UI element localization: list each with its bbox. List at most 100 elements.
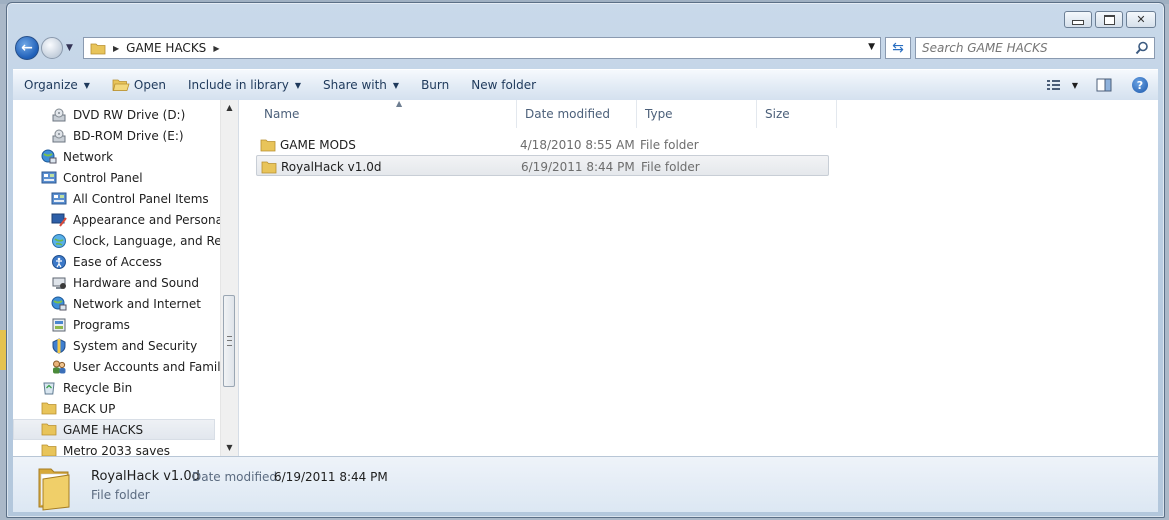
nav-item[interactable]: Metro 2033 saves bbox=[41, 440, 170, 456]
new-folder-button[interactable]: New folder bbox=[460, 72, 547, 98]
share-with-button[interactable]: Share with ▼ bbox=[312, 72, 410, 98]
preview-pane-icon[interactable] bbox=[1096, 78, 1112, 92]
nav-item-label: Network bbox=[63, 149, 114, 164]
address-bar[interactable]: ▶ GAME HACKS ▶ ▼ bbox=[83, 37, 881, 59]
details-item-name: RoyalHack v1.0d bbox=[91, 469, 200, 484]
column-type-label: Type bbox=[645, 107, 673, 121]
search-input[interactable] bbox=[922, 39, 1127, 57]
file-name: RoyalHack v1.0d bbox=[281, 159, 382, 174]
ease-of-access-icon bbox=[51, 254, 67, 270]
nav-item[interactable]: Network and Internet bbox=[51, 293, 201, 314]
details-date-value: 6/19/2011 8:44 PM bbox=[274, 470, 388, 484]
nav-item[interactable]: Control Panel bbox=[41, 167, 143, 188]
file-row[interactable]: RoyalHack v1.0d 6/19/2011 8:44 PM File fol… bbox=[256, 155, 829, 176]
new-folder-label: New folder bbox=[471, 78, 537, 92]
search-box[interactable] bbox=[915, 37, 1155, 59]
help-icon: ? bbox=[1136, 78, 1144, 92]
file-type: File folder bbox=[640, 137, 699, 152]
nav-item[interactable]: BACK UP bbox=[41, 398, 115, 419]
burn-button[interactable]: Burn bbox=[410, 72, 460, 98]
nav-item-label: Appearance and Personaliz bbox=[73, 212, 236, 227]
nav-item[interactable]: Ease of Access bbox=[51, 251, 162, 272]
column-header-name[interactable]: Name ▲ bbox=[256, 99, 517, 128]
nav-item[interactable]: Network bbox=[41, 146, 113, 167]
grip-icon bbox=[227, 336, 232, 346]
nav-item[interactable]: System and Security bbox=[51, 335, 197, 356]
nav-item[interactable]: Appearance and Personaliz bbox=[51, 209, 236, 230]
maximize-button[interactable] bbox=[1095, 11, 1123, 28]
recent-pages-dropdown[interactable]: ▼ bbox=[66, 43, 73, 53]
details-item-type: File folder bbox=[91, 488, 150, 502]
column-header-size[interactable]: Size bbox=[757, 100, 837, 128]
column-size-label: Size bbox=[765, 107, 790, 121]
navigation-pane: DVD RW Drive (D:) BD-ROM Drive (E:) Networ… bbox=[13, 100, 239, 456]
view-dropdown-icon[interactable]: ▼ bbox=[1072, 81, 1078, 90]
main-area: DVD RW Drive (D:) BD-ROM Drive (E:) Networ… bbox=[13, 99, 1158, 456]
breadcrumb-game-hacks[interactable]: GAME HACKS bbox=[126, 41, 206, 55]
refresh-button[interactable]: ⇆ bbox=[885, 37, 911, 59]
scroll-thumb[interactable] bbox=[223, 295, 235, 387]
network-icon bbox=[41, 149, 57, 165]
details-date-label: Date modified: bbox=[192, 470, 282, 484]
back-button[interactable]: ← bbox=[15, 36, 39, 60]
close-button[interactable]: ✕ bbox=[1126, 11, 1156, 28]
open-label: Open bbox=[133, 78, 166, 92]
nav-item-label: All Control Panel Items bbox=[73, 191, 209, 206]
help-button[interactable]: ? bbox=[1132, 77, 1148, 93]
nav-item-label: BD-ROM Drive (E:) bbox=[73, 128, 184, 143]
nav-item[interactable]: Programs bbox=[51, 314, 130, 335]
breadcrumb-separator-icon[interactable]: ▶ bbox=[213, 44, 219, 53]
nav-item[interactable]: Hardware and Sound bbox=[51, 272, 199, 293]
scroll-down-icon[interactable]: ▼ bbox=[221, 440, 238, 456]
include-in-library-button[interactable]: Include in library ▼ bbox=[177, 72, 312, 98]
scroll-up-icon[interactable]: ▲ bbox=[221, 100, 238, 116]
nav-item-label: Hardware and Sound bbox=[73, 275, 199, 290]
nav-item[interactable]: Recycle Bin bbox=[41, 377, 132, 398]
nav-item-label: GAME HACKS bbox=[63, 422, 144, 437]
bd-drive-icon bbox=[51, 128, 67, 144]
file-row[interactable]: GAME MODS 4/18/2010 8:55 AM File folder bbox=[256, 134, 829, 155]
nav-item-label: Clock, Language, and Regi bbox=[73, 233, 233, 248]
nav-item-label: Metro 2033 saves bbox=[63, 443, 170, 457]
burn-label: Burn bbox=[421, 78, 450, 92]
details-pane: RoyalHack v1.0d Date modified: 6/19/2011… bbox=[13, 456, 1158, 512]
column-name-label: Name bbox=[264, 107, 300, 121]
view-list-icon[interactable] bbox=[1046, 78, 1062, 92]
address-dropdown-icon[interactable]: ▼ bbox=[868, 42, 875, 52]
nav-item[interactable]: Clock, Language, and Regi bbox=[51, 230, 233, 251]
nav-item[interactable]: All Control Panel Items bbox=[51, 188, 209, 209]
nav-item-label: DVD RW Drive (D:) bbox=[73, 107, 186, 122]
nav-item[interactable]: DVD RW Drive (D:) bbox=[51, 104, 185, 125]
column-header-date[interactable]: Date modified bbox=[517, 100, 637, 128]
nav-scrollbar[interactable]: ▲ ▼ bbox=[220, 100, 238, 456]
nav-item[interactable]: BD-ROM Drive (E:) bbox=[51, 125, 184, 146]
nav-item-label: Recycle Bin bbox=[63, 380, 133, 395]
open-button[interactable]: Open bbox=[101, 72, 177, 98]
nav-item[interactable]: User Accounts and Family S bbox=[51, 356, 238, 377]
organize-button[interactable]: Organize ▼ bbox=[13, 72, 101, 98]
user-accounts-icon bbox=[51, 359, 67, 375]
breadcrumb-separator-icon[interactable]: ▶ bbox=[113, 44, 119, 53]
clock-globe-icon bbox=[51, 233, 67, 249]
folder-icon bbox=[260, 134, 276, 155]
view-controls: ▼ ? bbox=[1046, 70, 1158, 100]
network-icon bbox=[51, 296, 67, 312]
nav-item-label: Control Panel bbox=[63, 170, 143, 185]
refresh-icon: ⇆ bbox=[892, 40, 904, 56]
folder-icon bbox=[90, 43, 106, 55]
address-row: ← ▼ ▶ GAME HACKS ▶ ▼ ⇆ bbox=[13, 36, 1158, 62]
minimize-icon bbox=[1072, 20, 1084, 25]
file-list-pane: Name ▲ Date modified Type Size GAME MODS… bbox=[239, 99, 1158, 456]
open-folder-icon bbox=[112, 79, 130, 91]
file-type: File folder bbox=[641, 159, 700, 174]
control-panel-icon bbox=[41, 170, 57, 186]
column-header-type[interactable]: Type bbox=[637, 100, 757, 128]
chevron-down-icon: ▼ bbox=[66, 43, 73, 53]
recycle-bin-icon bbox=[41, 380, 57, 396]
minimize-button[interactable] bbox=[1064, 11, 1092, 28]
nav-item-label: Programs bbox=[73, 317, 130, 332]
organize-label: Organize bbox=[24, 78, 78, 92]
forward-button[interactable] bbox=[41, 37, 63, 59]
nav-item[interactable]: GAME HACKS bbox=[13, 419, 215, 440]
search-icon[interactable] bbox=[1135, 41, 1149, 55]
